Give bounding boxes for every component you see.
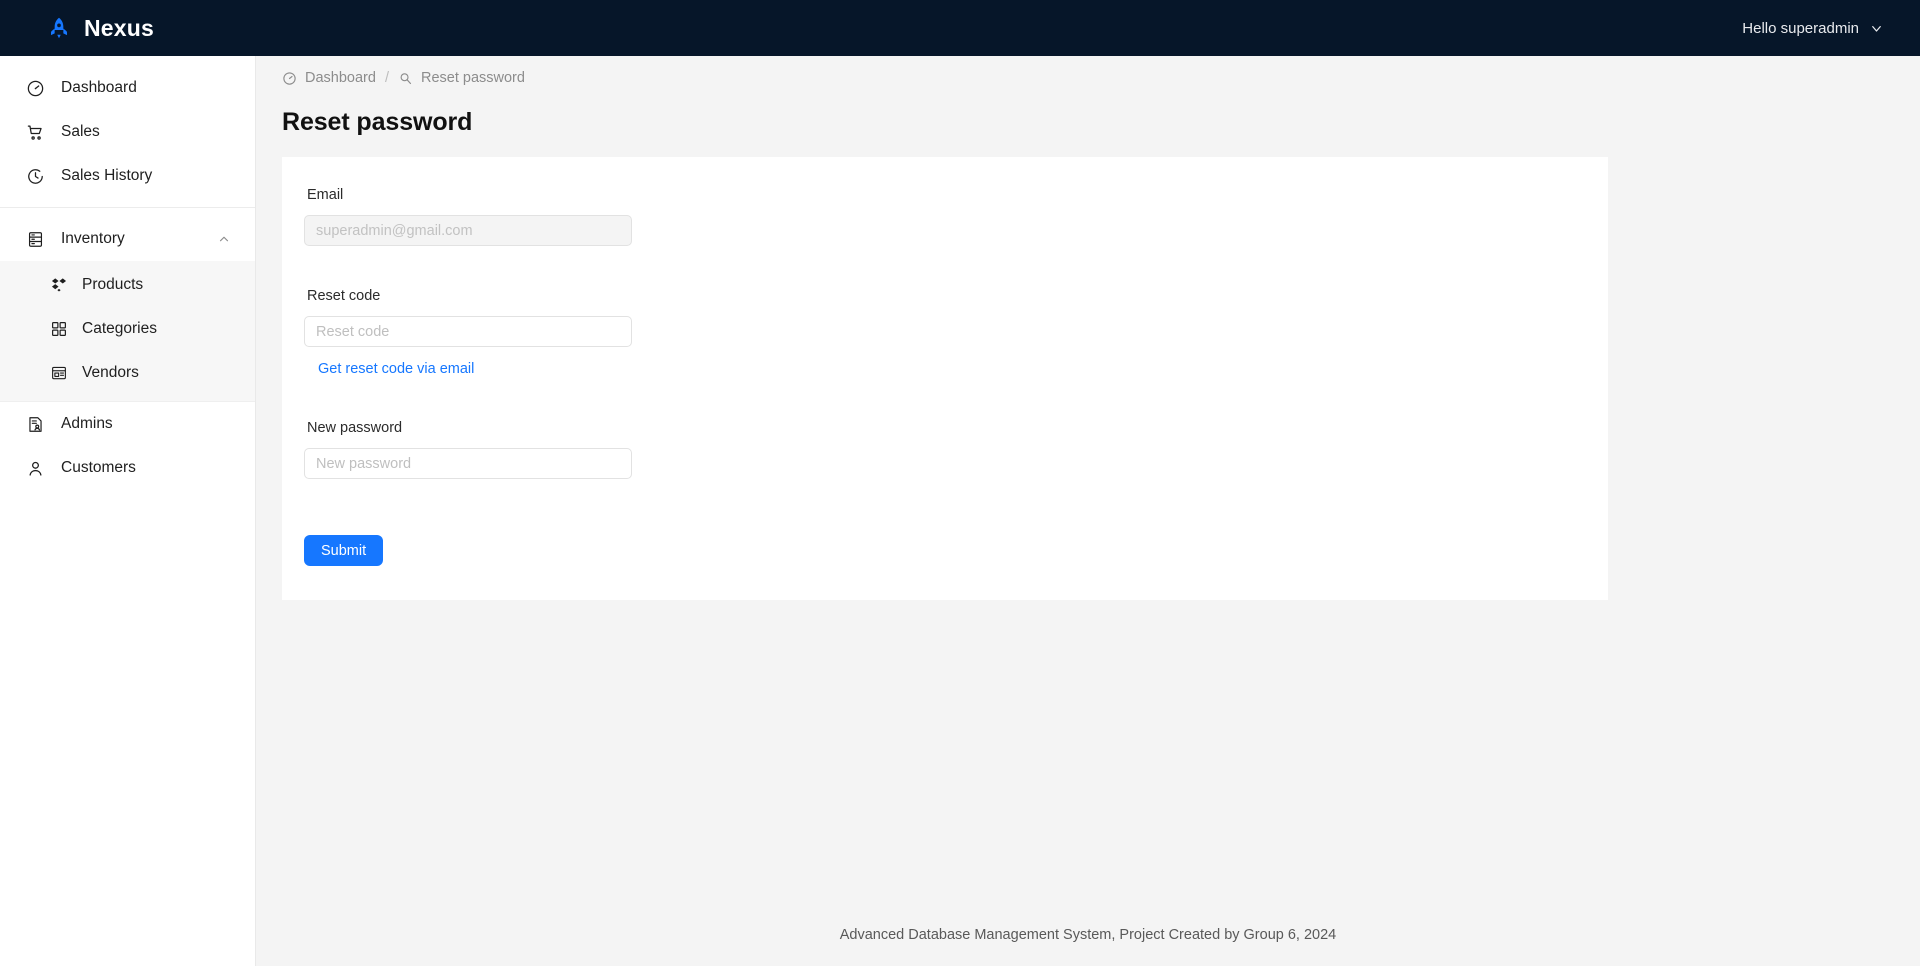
email-field-group: Email xyxy=(304,187,1586,246)
new-password-input[interactable] xyxy=(304,448,632,479)
sidebar: Dashboard Sales Sales History Inventory … xyxy=(0,56,256,966)
products-box-icon xyxy=(50,276,68,294)
email-label: Email xyxy=(307,187,344,203)
user-greeting: Hello superadmin xyxy=(1742,19,1859,37)
sidebar-submenu-inventory: Products Categories Vendors xyxy=(0,261,255,402)
get-reset-code-row: Get reset code via email xyxy=(318,360,1586,378)
new-password-field-group: New password xyxy=(304,420,1586,479)
sidebar-item-admins[interactable]: Admins xyxy=(0,402,255,446)
gauge-icon xyxy=(26,79,45,98)
get-reset-code-link[interactable]: Get reset code via email xyxy=(318,361,474,377)
storefront-icon xyxy=(50,364,68,382)
sidebar-item-label: Categories xyxy=(82,320,157,337)
submit-button[interactable]: Submit xyxy=(304,535,384,566)
sidebar-item-products[interactable]: Products xyxy=(0,263,255,307)
rocket-icon xyxy=(46,15,72,41)
sidebar-item-inventory[interactable]: Inventory xyxy=(0,217,255,261)
content-area: Dashboard / Reset password Reset passwor… xyxy=(256,56,1920,966)
sidebar-item-customers[interactable]: Customers xyxy=(0,446,255,490)
database-icon xyxy=(26,230,45,249)
sidebar-item-label: Vendors xyxy=(82,364,139,381)
breadcrumb-item-dashboard[interactable]: Dashboard xyxy=(282,70,376,86)
sidebar-divider xyxy=(0,207,255,208)
app-root: Nexus Hello superadmin Dashboard Sales S… xyxy=(0,0,1920,966)
breadcrumb-item-reset-password[interactable]: Reset password xyxy=(398,70,525,86)
sidebar-item-dashboard[interactable]: Dashboard xyxy=(0,66,255,110)
content-scroll: Dashboard / Reset password Reset passwor… xyxy=(256,56,1920,904)
brand-logo[interactable]: Nexus xyxy=(46,15,154,42)
admin-document-icon xyxy=(26,415,45,434)
magnifier-icon xyxy=(398,71,413,86)
email-input[interactable] xyxy=(304,215,632,246)
sidebar-item-label: Products xyxy=(82,276,144,293)
reset-password-card: Email Reset code Get reset code via emai… xyxy=(282,157,1608,600)
shopping-cart-icon xyxy=(26,123,45,142)
reset-code-input[interactable] xyxy=(304,316,632,347)
brand-name: Nexus xyxy=(84,14,155,41)
sidebar-item-sales-history[interactable]: Sales History xyxy=(0,154,255,198)
sidebar-item-sales[interactable]: Sales xyxy=(0,110,255,154)
breadcrumb-label: Reset password xyxy=(420,70,525,86)
sidebar-item-vendors[interactable]: Vendors xyxy=(0,351,255,395)
sidebar-item-label: Sales xyxy=(61,123,100,140)
clock-history-icon xyxy=(26,167,45,186)
reset-code-field-group: Reset code Get reset code via email xyxy=(304,288,1586,378)
chevron-down-icon xyxy=(1869,21,1884,36)
body-row: Dashboard Sales Sales History Inventory … xyxy=(0,56,1920,966)
gauge-icon xyxy=(282,71,297,86)
sidebar-item-label: Admins xyxy=(61,415,113,432)
grid-squares-icon xyxy=(50,320,68,338)
reset-code-label: Reset code xyxy=(307,288,381,304)
sidebar-item-label: Dashboard xyxy=(61,79,137,96)
field-spacer xyxy=(304,392,1586,420)
footer-text: Advanced Database Management System, Pro… xyxy=(839,927,1337,943)
sidebar-item-label: Inventory xyxy=(61,230,125,247)
sidebar-item-categories[interactable]: Categories xyxy=(0,307,255,351)
user-icon xyxy=(26,459,45,478)
breadcrumb-separator: / xyxy=(384,70,389,86)
field-spacer xyxy=(304,260,1586,288)
sidebar-item-label: Sales History xyxy=(61,167,153,184)
chevron-up-icon[interactable] xyxy=(217,232,231,246)
breadcrumb-label: Dashboard xyxy=(305,70,376,86)
sidebar-item-label: Customers xyxy=(61,459,136,476)
new-password-label: New password xyxy=(307,420,403,436)
page-title: Reset password xyxy=(282,108,473,136)
user-menu[interactable]: Hello superadmin xyxy=(1742,20,1884,37)
breadcrumb: Dashboard / Reset password xyxy=(280,56,1884,100)
footer: Advanced Database Management System, Pro… xyxy=(256,904,1920,966)
top-header: Nexus Hello superadmin xyxy=(0,0,1920,56)
